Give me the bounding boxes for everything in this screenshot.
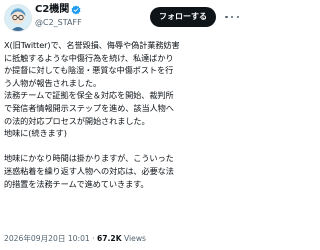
avatar[interactable] [4, 4, 32, 32]
dot [236, 15, 239, 19]
follow-button[interactable]: フォローする [150, 7, 216, 27]
dot [225, 15, 228, 19]
post-header: C2機関 @C2_STAFF フォローする [0, 0, 246, 34]
post-line: 地味にかなり時間は掛かりますが、こういった [4, 153, 174, 164]
account-handle[interactable]: @C2_STAFF [35, 18, 82, 28]
post-line: う人物が報告されました。 [4, 77, 102, 88]
verified-badge-icon [71, 5, 81, 15]
post-line: 法務チームで証拠を保全＆対応を開始、裁判所 [4, 90, 174, 101]
glasses-character-avatar-icon [10, 9, 26, 31]
post-line: 地味に(続きます) [4, 128, 67, 139]
post-line: 的措置を法務チームで進めていきます。 [4, 178, 149, 189]
post-line: 迷惑粘着を繰り返す人物への対応は、必要な法 [4, 165, 174, 176]
post-line: で発信者情報開示ステップを進め、該当人物へ [4, 102, 174, 113]
post-line: か提督に対しても陰湿・悪質な中傷ポストを行 [4, 65, 174, 76]
dot [230, 15, 234, 19]
name-row: C2機関 [35, 4, 81, 16]
views-label: Views [121, 234, 146, 243]
post-line: の法的対応プロセスが開始されました。 [4, 115, 150, 126]
post-line: X(旧Twitter)で、名誉毀損、侮辱や偽計業務妨害 [4, 40, 180, 50]
post-timestamp[interactable]: 2026年09月20日 10:01 [4, 234, 90, 243]
post-meta: 2026年09月20日 10:01 · 67.2K Views [4, 234, 244, 244]
account-name[interactable]: C2機関 [35, 4, 69, 16]
more-dots-icon[interactable] [225, 11, 239, 23]
post-line: に抵触するような中傷行為を続け、私達ばかり [4, 52, 174, 63]
meta-separator: · [89, 234, 97, 243]
views-count[interactable]: 67.2K [97, 234, 122, 243]
post-text: X(旧Twitter)で、名誉毀損、侮辱や偽計業務妨害 に抵触するような中傷行為… [4, 39, 244, 190]
